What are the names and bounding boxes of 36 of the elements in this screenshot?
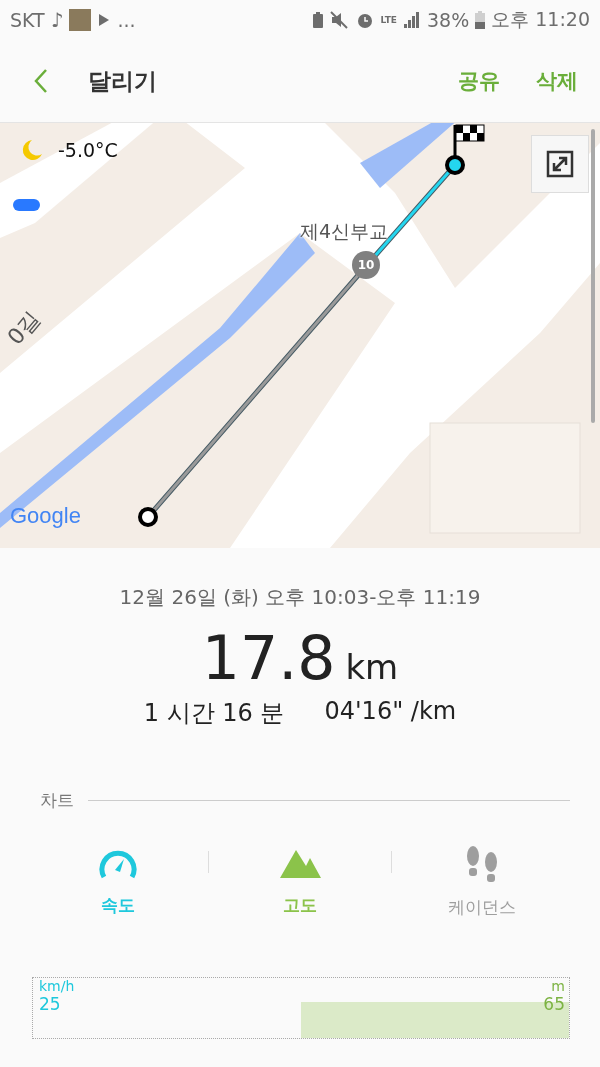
distance-unit: km: [345, 647, 399, 687]
axis-unit: km/h: [39, 978, 75, 994]
network-type-text: LTE: [380, 15, 397, 25]
axis-unit: m: [551, 978, 565, 994]
location-indicator: [13, 199, 40, 211]
chart-tab[interactable]: 케이던스: [417, 840, 548, 923]
average-pace: 04'16" /km: [324, 697, 457, 727]
chart-tab[interactable]: 고도: [235, 842, 365, 921]
expand-icon: [545, 149, 575, 179]
section-title: 차트: [40, 789, 74, 812]
battery-percent: 38%: [426, 9, 470, 31]
expand-map-button[interactable]: [531, 135, 589, 193]
header-action-button[interactable]: 삭제: [536, 67, 578, 95]
carrier-name: SKT: [10, 9, 45, 31]
battery-icon: [475, 11, 486, 29]
chart-tab[interactable]: 속도: [52, 842, 183, 921]
alarm-icon: [356, 11, 375, 29]
music-note-icon: ♪: [50, 8, 64, 32]
date-range: 12월 26일 (화) 오후 10:03-오후 11:19: [119, 584, 481, 611]
app-icon: [69, 9, 92, 31]
start-point-icon: [138, 507, 158, 527]
finish-flag-icon: [445, 124, 485, 175]
map-place-label: 제4신부교: [300, 219, 389, 244]
battery-saver-icon: [312, 11, 325, 29]
signal-icon: [402, 12, 421, 28]
axis-max-value: 25: [39, 994, 61, 1014]
temperature: -5.0°C: [58, 139, 118, 161]
page-title: 달리기: [88, 66, 157, 96]
more-notifications-text: ...: [117, 9, 136, 31]
duration: 1 시간 16 분: [143, 698, 285, 729]
distance-value: 17.8: [201, 623, 336, 693]
map-road-label: 0길: [1, 304, 46, 352]
axis-max-value: 65: [543, 994, 565, 1014]
clock: 오후 11:20: [491, 7, 590, 32]
map-logo: Google: [10, 503, 81, 529]
header-action-button[interactable]: 공유: [458, 67, 500, 95]
